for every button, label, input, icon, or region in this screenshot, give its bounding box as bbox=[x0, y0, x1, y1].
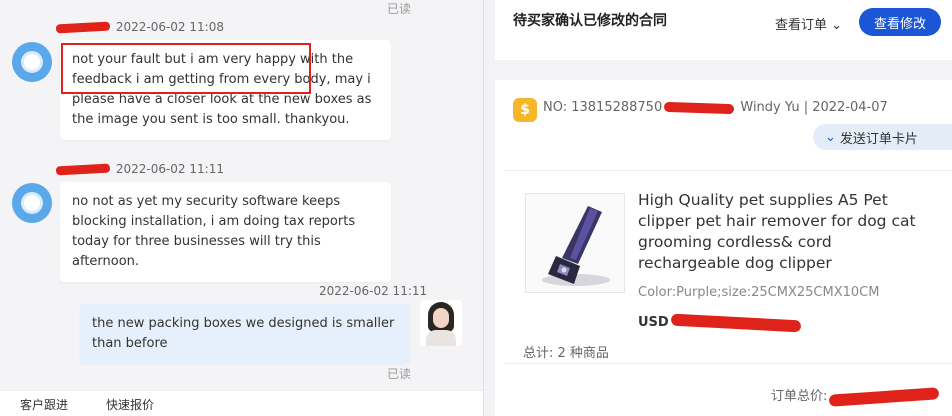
redacted-sender-name bbox=[55, 21, 111, 34]
separator: | bbox=[803, 100, 809, 115]
redacted-order-total bbox=[829, 386, 940, 407]
message-meta: 2022-06-02 11:08 bbox=[55, 20, 224, 34]
chevron-down-icon: ⌄ bbox=[831, 18, 843, 33]
order-panel: 待买家确认已修改的合同 查看订单 ⌄ 查看修改 $ NO: 1381528875… bbox=[485, 0, 952, 416]
order-card: $ NO: 13815288750 Windy Yu | 2022-04-07 … bbox=[495, 80, 952, 416]
order-number: NO: 13815288750 bbox=[543, 100, 663, 115]
read-status: 已读 bbox=[387, 367, 412, 381]
divider bbox=[505, 363, 952, 364]
agent-avatar[interactable] bbox=[420, 300, 462, 346]
buyer-name: Windy Yu bbox=[740, 100, 800, 115]
product-spec: Color:Purple;size:25CMX25CMX10CM bbox=[638, 285, 880, 300]
message-meta: 2022-06-02 11:11 bbox=[319, 284, 427, 298]
customer-followup-link[interactable]: 客户跟进 bbox=[20, 396, 68, 413]
message-bubble-own: the new packing boxes we designed is sma… bbox=[80, 304, 410, 364]
order-date: 2022-04-07 bbox=[812, 100, 888, 115]
contract-card: 待买家确认已修改的合同 查看订单 ⌄ 查看修改 bbox=[495, 0, 952, 60]
product-image[interactable] bbox=[525, 193, 625, 293]
order-total-label: 订单总价: bbox=[771, 389, 828, 404]
message-time: 2022-06-02 11:11 bbox=[319, 284, 428, 298]
product-price: USD bbox=[638, 313, 801, 332]
total-items: 总计: 2 种商品 bbox=[523, 346, 609, 361]
message-time: 2022-06-02 11:11 bbox=[115, 162, 224, 176]
message-bubble: not your fault but i am very happy with … bbox=[60, 40, 391, 140]
send-order-card-button[interactable]: ⌄ 发送订单卡片 bbox=[813, 124, 952, 150]
message-time: 2022-06-02 11:08 bbox=[115, 20, 224, 34]
dollar-coin-icon: $ bbox=[513, 98, 537, 122]
divider bbox=[505, 170, 952, 171]
message-bubble: no not as yet my security software keeps… bbox=[60, 182, 391, 282]
customer-avatar[interactable] bbox=[12, 42, 52, 82]
redacted-sender-name bbox=[55, 163, 111, 176]
redacted-price bbox=[670, 313, 801, 332]
message-meta: 2022-06-02 11:11 bbox=[55, 162, 224, 176]
view-changes-button[interactable]: 查看修改 bbox=[859, 8, 941, 36]
chat-toolbar: 客户跟进 快速报价 bbox=[0, 390, 483, 416]
send-order-card-label: 发送订单卡片 bbox=[839, 131, 918, 147]
read-status: 已读 bbox=[387, 2, 412, 16]
order-total: 订单总价: bbox=[771, 385, 940, 407]
product-title[interactable]: High Quality pet supplies A5 Pet clipper… bbox=[638, 190, 938, 274]
chevron-down-icon: ⌄ bbox=[825, 129, 836, 145]
redacted-order-number bbox=[664, 101, 735, 114]
chat-pane: 已读 2022-06-02 11:08 not your fault but i… bbox=[0, 0, 484, 416]
order-header: NO: 13815288750 Windy Yu | 2022-04-07 bbox=[543, 100, 888, 115]
view-order-label: 查看订单 bbox=[775, 18, 828, 33]
currency-label: USD bbox=[638, 315, 669, 330]
quick-quote-link[interactable]: 快速报价 bbox=[106, 396, 154, 413]
contract-status-title: 待买家确认已修改的合同 bbox=[513, 13, 667, 29]
view-order-dropdown[interactable]: 查看订单 ⌄ bbox=[775, 14, 842, 33]
customer-avatar[interactable] bbox=[12, 183, 52, 223]
